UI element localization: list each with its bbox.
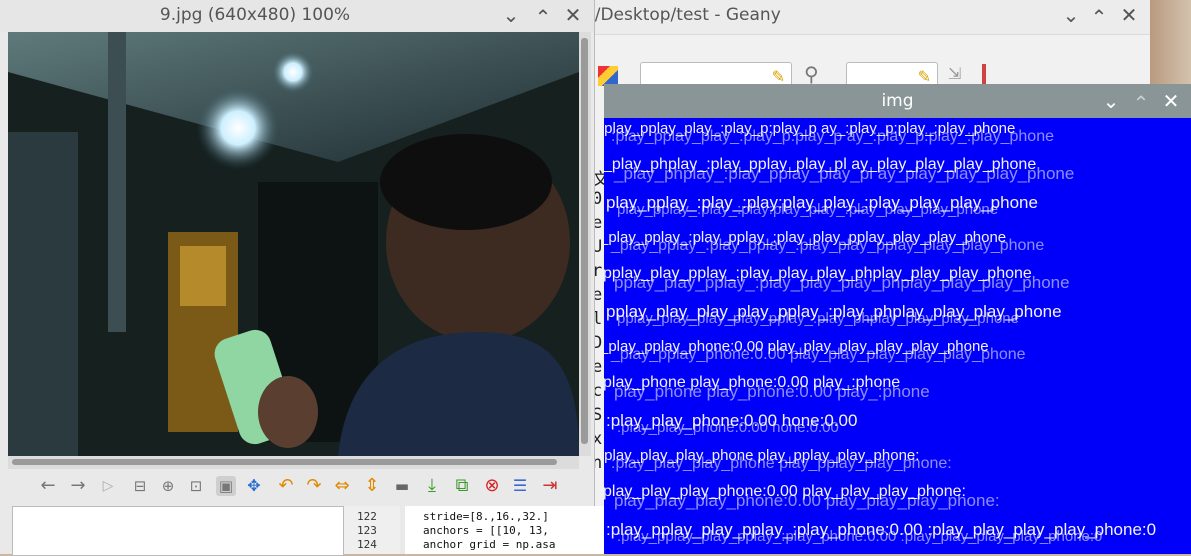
rotate-right-icon[interactable]: ↷ [304, 476, 324, 496]
overlay-text-row: :play_pplay_play_pplay_:play_phone:0.00 … [617, 527, 1103, 545]
exit-icon[interactable]: ⇥ [540, 476, 560, 496]
photo-content [8, 32, 579, 456]
overlay-text-row: _play_pplay_:play_pplay_:play_play_pplay… [611, 237, 1045, 254]
vertical-scrollbar-thumb[interactable] [581, 38, 588, 444]
img-title-bar[interactable]: img ⌄ ⌃ ✕ [604, 84, 1191, 118]
geany-title-bar[interactable]: i/Desktop/test - Geany ⌄ ⌃ ✕ [590, 0, 1150, 35]
vertical-scrollbar[interactable] [579, 32, 591, 456]
viewer-toolbar: ← → ▷ ⊟ ⊕ ⊡ ▣ ✥ ↶ ↷ ⇔ ⇕ ▬ ⤓ ⧉ ⊗ ☰ ⇥ [0, 470, 594, 504]
viewer-title-bar[interactable]: 9.jpg (640x480) 100% ⌄ ⌃ ✕ [0, 0, 594, 32]
overlay-text-row: pplay_play_play_play_pplay_:play_phplay_… [617, 309, 1019, 327]
geany-close-button[interactable]: ✕ [1114, 0, 1144, 30]
zoom-in-icon[interactable]: ⊕ [158, 476, 178, 496]
overlay-text-row: play_pplay_:play_:play:play_play_:play_p… [617, 200, 999, 218]
line-number: 122 [357, 510, 377, 523]
desktop-background [1150, 0, 1191, 85]
overlay-text-row: play_phone play_phone:0.00 play_:phone [614, 382, 930, 402]
overlay-text-row: :play_play_play_phone play_pplay_play_ph… [611, 455, 952, 472]
search-icon[interactable]: ⚲ [804, 62, 819, 86]
overlay-text-row: _play_phplay_:play_pplay_play_pl ay_play… [614, 164, 1075, 184]
fit-icon[interactable]: ⊟ [130, 476, 150, 496]
viewer-close-button[interactable]: ✕ [558, 0, 588, 30]
play-icon[interactable]: ▷ [98, 476, 118, 496]
line-number: 124 [357, 538, 377, 551]
horizontal-scrollbar[interactable] [8, 456, 579, 469]
img-maximize-button[interactable]: ⌃ [1126, 88, 1156, 118]
delete-icon[interactable]: ⊗ [482, 476, 502, 496]
geany-title: i/Desktop/test - Geany [590, 5, 781, 25]
back-icon[interactable]: ← [38, 476, 58, 496]
properties-icon[interactable]: ☰ [510, 476, 530, 496]
rotate-left-icon[interactable]: ↶ [276, 476, 296, 496]
viewer-maximize-button[interactable]: ⌃ [528, 2, 558, 32]
horizontal-scrollbar-thumb[interactable] [12, 459, 557, 465]
img-close-button[interactable]: ✕ [1156, 86, 1186, 116]
quit-icon[interactable] [982, 64, 986, 86]
flip-horizontal-icon[interactable]: ⇔ [332, 476, 352, 496]
viewer-title: 9.jpg (640x480) 100% [159, 5, 351, 25]
overlay-text-row: pplay_play_pplay_:play_play_play_phplay_… [614, 273, 1070, 293]
img-minimize-button[interactable]: ⌄ [1096, 86, 1126, 116]
forward-icon[interactable]: → [68, 476, 88, 496]
code-editor[interactable]: stride=[8.,16.,32.] anchors = [[10, 13, … [405, 506, 605, 554]
code-line: stride=[8.,16.,32.] [423, 510, 549, 523]
img-window: img ⌄ ⌃ ✕ :play_pplay_play_:play_p:play_… [604, 84, 1191, 554]
code-line: anchors = [[10, 13, [423, 524, 549, 537]
viewer-minimize-button[interactable]: ⌄ [496, 0, 526, 30]
zoom-out-icon[interactable]: ⊡ [186, 476, 206, 496]
overlay-text-row: :play_play_phone:0.00 hone:0.00 [617, 418, 839, 436]
line-number-gutter: 122 123 124 [344, 506, 400, 554]
image-viewer-window: 9.jpg (640x480) 100% ⌄ ⌃ ✕ ← → ▷ ⊟ ⊕ ⊡ ▣… [0, 0, 595, 554]
jump-icon[interactable]: ⇲ [948, 64, 961, 83]
photo-image [8, 32, 579, 456]
code-line: anchor grid = np.asa [423, 538, 556, 551]
save-icon[interactable]: ⤓ [422, 476, 442, 496]
geany-maximize-button[interactable]: ⌃ [1084, 2, 1114, 32]
overlay-text-row: play_play_play_phone:0.00 play_play_play… [614, 491, 1000, 511]
open-folder-icon[interactable]: ▬ [392, 476, 412, 496]
line-number: 123 [357, 524, 377, 537]
fullscreen-icon[interactable]: ✥ [244, 476, 264, 496]
copy-icon[interactable]: ⧉ [452, 476, 472, 496]
overlay-text-row: :play_pplay_play_:play_p:play_p ay_:play… [611, 128, 1054, 145]
img-canvas: :play_pplay_play_:play_p:play_p ay_:play… [604, 118, 1191, 554]
geany-minimize-button[interactable]: ⌄ [1056, 0, 1086, 30]
flip-vertical-icon[interactable]: ⇕ [362, 476, 382, 496]
editor-side-panel[interactable] [12, 506, 344, 556]
actual-size-icon[interactable]: ▣ [216, 476, 236, 496]
overlay-text-row: _play_pplay_phone:0.00 play_play_play_pl… [611, 346, 1026, 363]
color-chooser-icon[interactable] [598, 66, 618, 86]
